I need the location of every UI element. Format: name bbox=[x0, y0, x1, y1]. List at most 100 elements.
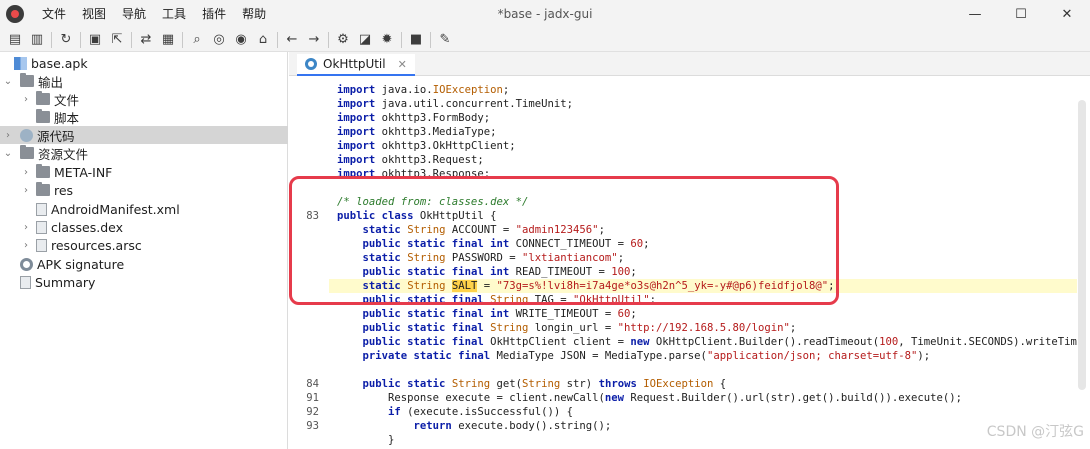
tree-item-base-apk[interactable]: base.apk bbox=[0, 54, 288, 72]
maximize-button[interactable]: ☐ bbox=[998, 0, 1044, 28]
tree-item-label: base.apk bbox=[31, 55, 88, 71]
chevron-right-icon[interactable]: › bbox=[20, 222, 32, 233]
code-line[interactable]: } bbox=[337, 433, 394, 447]
code-line[interactable]: import okhttp3.Request; bbox=[337, 153, 484, 167]
chevron-right-icon[interactable]: › bbox=[2, 130, 14, 141]
chevron-right-icon[interactable]: › bbox=[20, 185, 32, 196]
find-class-icon[interactable]: ◉ bbox=[230, 29, 252, 51]
toolbar-divider bbox=[182, 31, 183, 48]
code-line[interactable]: static String ACCOUNT = "admin123456"; bbox=[337, 223, 605, 237]
tree-item-android-manifest[interactable]: AndroidManifest.xml bbox=[0, 200, 288, 218]
minimize-button[interactable]: — bbox=[952, 0, 998, 28]
chevron-right-icon[interactable]: › bbox=[20, 240, 32, 251]
quark-icon[interactable]: ◪ bbox=[354, 29, 376, 51]
close-window-button[interactable]: ✕ bbox=[1044, 0, 1090, 28]
code-line[interactable]: public static final int READ_TIMEOUT = 1… bbox=[337, 265, 637, 279]
tree-item-resources-arsc[interactable]: › resources.arsc bbox=[0, 236, 288, 254]
code-line[interactable]: public static final int WRITE_TIMEOUT = … bbox=[337, 307, 637, 321]
toggle-flatten-icon[interactable]: ▦ bbox=[157, 29, 179, 51]
code-line[interactable]: private static final MediaType JSON = Me… bbox=[337, 349, 931, 363]
chevron-down-icon[interactable]: ⌄ bbox=[2, 76, 14, 87]
tree-item-resources[interactable]: ⌄ 资源文件 bbox=[0, 144, 288, 162]
tree-item-label: 脚本 bbox=[54, 110, 80, 126]
toolbar-divider bbox=[430, 31, 431, 48]
project-tree: base.apk ⌄ 输出 › 文件 脚本 › 源代码 ⌄ 资源文件 › MET… bbox=[0, 52, 288, 449]
tree-item-source-code[interactable]: › 源代码 bbox=[0, 126, 288, 144]
tree-item-scripts[interactable]: 脚本 bbox=[0, 108, 288, 126]
tree-item-label: META-INF bbox=[54, 164, 113, 180]
log-icon[interactable]: ■ bbox=[405, 29, 427, 51]
code-line[interactable]: return execute.body().string(); bbox=[337, 419, 612, 433]
tab-okhttputil[interactable]: OkHttpUtil ✕ bbox=[297, 54, 415, 76]
code-line[interactable]: public static final OkHttpClient client … bbox=[337, 335, 1077, 349]
menu-tools[interactable]: 工具 bbox=[154, 0, 194, 28]
find-usage-icon[interactable]: ◎ bbox=[208, 29, 230, 51]
tree-item-apk-signature[interactable]: APK signature bbox=[0, 255, 288, 273]
code-line[interactable]: public static final String longin_url = … bbox=[337, 321, 797, 335]
tree-item-label: AndroidManifest.xml bbox=[51, 201, 180, 217]
menu-plugins[interactable]: 插件 bbox=[194, 0, 234, 28]
code-line[interactable]: /* loaded from: classes.dex */ bbox=[337, 195, 528, 209]
editor-tab-bar: OkHttpUtil ✕ bbox=[289, 52, 1090, 76]
chevron-right-icon[interactable]: › bbox=[20, 167, 32, 178]
code-line[interactable]: import okhttp3.MediaType; bbox=[337, 125, 496, 139]
tree-item-output[interactable]: ⌄ 输出 bbox=[0, 72, 288, 90]
vertical-scrollbar[interactable] bbox=[1078, 100, 1086, 390]
line-number: 83 bbox=[306, 210, 319, 222]
back-icon[interactable]: ← bbox=[281, 29, 303, 51]
refresh-icon[interactable]: ↻ bbox=[55, 29, 77, 51]
export-icon[interactable]: ⇱ bbox=[106, 29, 128, 51]
toolbar-divider bbox=[277, 31, 278, 48]
code-editor[interactable]: import java.io.IOException; import java.u… bbox=[329, 77, 1077, 449]
code-line[interactable]: import okhttp3.Response; bbox=[337, 167, 490, 181]
tree-item-files[interactable]: › 文件 bbox=[0, 90, 288, 108]
chevron-right-icon[interactable]: › bbox=[20, 94, 32, 105]
tree-item-res[interactable]: › res bbox=[0, 181, 288, 199]
code-line[interactable]: static String SALT = "73g=s%!lvi8h=i7a4g… bbox=[337, 279, 835, 293]
code-line[interactable]: public static String get(String str) thr… bbox=[337, 377, 727, 391]
code-line[interactable]: public static final int CONNECT_TIMEOUT … bbox=[337, 237, 650, 251]
menu-help[interactable]: 帮助 bbox=[234, 0, 274, 28]
code-line[interactable]: static String PASSWORD = "lxtiantiancom"… bbox=[337, 251, 625, 265]
sync-icon[interactable]: ⇄ bbox=[135, 29, 157, 51]
tree-item-summary[interactable]: Summary bbox=[0, 273, 288, 291]
folder-icon bbox=[36, 109, 50, 123]
tree-item-label: classes.dex bbox=[51, 219, 124, 235]
folder-icon bbox=[20, 73, 34, 87]
tree-item-classes-dex[interactable]: › classes.dex bbox=[0, 218, 288, 236]
code-line[interactable]: import java.io.IOException; bbox=[337, 83, 509, 97]
tree-item-label: 文件 bbox=[54, 92, 80, 108]
code-line[interactable]: Response execute = client.newCall(new Re… bbox=[337, 391, 962, 405]
home-icon[interactable]: ⌂ bbox=[252, 29, 274, 51]
chevron-down-icon[interactable]: ⌄ bbox=[2, 148, 14, 159]
forward-icon[interactable]: → bbox=[303, 29, 325, 51]
code-line[interactable]: import okhttp3.FormBody; bbox=[337, 111, 490, 125]
title-bar: 文件 视图 导航 工具 插件 帮助 *base - jadx-gui — ☐ ✕ bbox=[0, 0, 1090, 28]
preferences-icon[interactable]: ✎ bbox=[434, 29, 456, 51]
menu-file[interactable]: 文件 bbox=[34, 0, 74, 28]
tree-item-meta-inf[interactable]: › META-INF bbox=[0, 163, 288, 181]
code-line[interactable]: import java.util.concurrent.TimeUnit; bbox=[337, 97, 573, 111]
menu-view[interactable]: 视图 bbox=[74, 0, 114, 28]
line-number: 92 bbox=[306, 406, 319, 418]
summary-icon bbox=[20, 275, 31, 289]
tree-item-label: 资源文件 bbox=[38, 146, 89, 162]
open-icon[interactable]: ▤ bbox=[4, 29, 26, 51]
close-icon[interactable]: ✕ bbox=[398, 58, 407, 71]
tree-item-label: 源代码 bbox=[37, 128, 75, 144]
line-number: 91 bbox=[306, 392, 319, 404]
search-icon[interactable]: ⌕ bbox=[186, 29, 208, 51]
deobfuscation-icon[interactable]: ⚙ bbox=[332, 29, 354, 51]
code-line[interactable]: import okhttp3.OkHttpClient; bbox=[337, 139, 516, 153]
code-line[interactable]: public class OkHttpUtil { bbox=[337, 209, 496, 223]
menu-navigation[interactable]: 导航 bbox=[114, 0, 154, 28]
tree-item-label: 输出 bbox=[38, 74, 64, 90]
toolbar-divider bbox=[80, 31, 81, 48]
save-icon[interactable]: ▣ bbox=[84, 29, 106, 51]
code-line[interactable]: if (execute.isSuccessful()) { bbox=[337, 405, 573, 419]
debug-icon[interactable]: ✹ bbox=[376, 29, 398, 51]
save-all-icon[interactable]: ▥ bbox=[26, 29, 48, 51]
toolbar: ▤ ▥ ↻ ▣ ⇱ ⇄ ▦ ⌕ ◎ ◉ ⌂ ← → ⚙ ◪ ✹ ■ ✎ bbox=[0, 28, 1090, 52]
line-number-gutter: 83 84 91 92 93 bbox=[289, 77, 329, 449]
code-line[interactable]: public static final String TAG = "OkHttp… bbox=[337, 293, 656, 307]
